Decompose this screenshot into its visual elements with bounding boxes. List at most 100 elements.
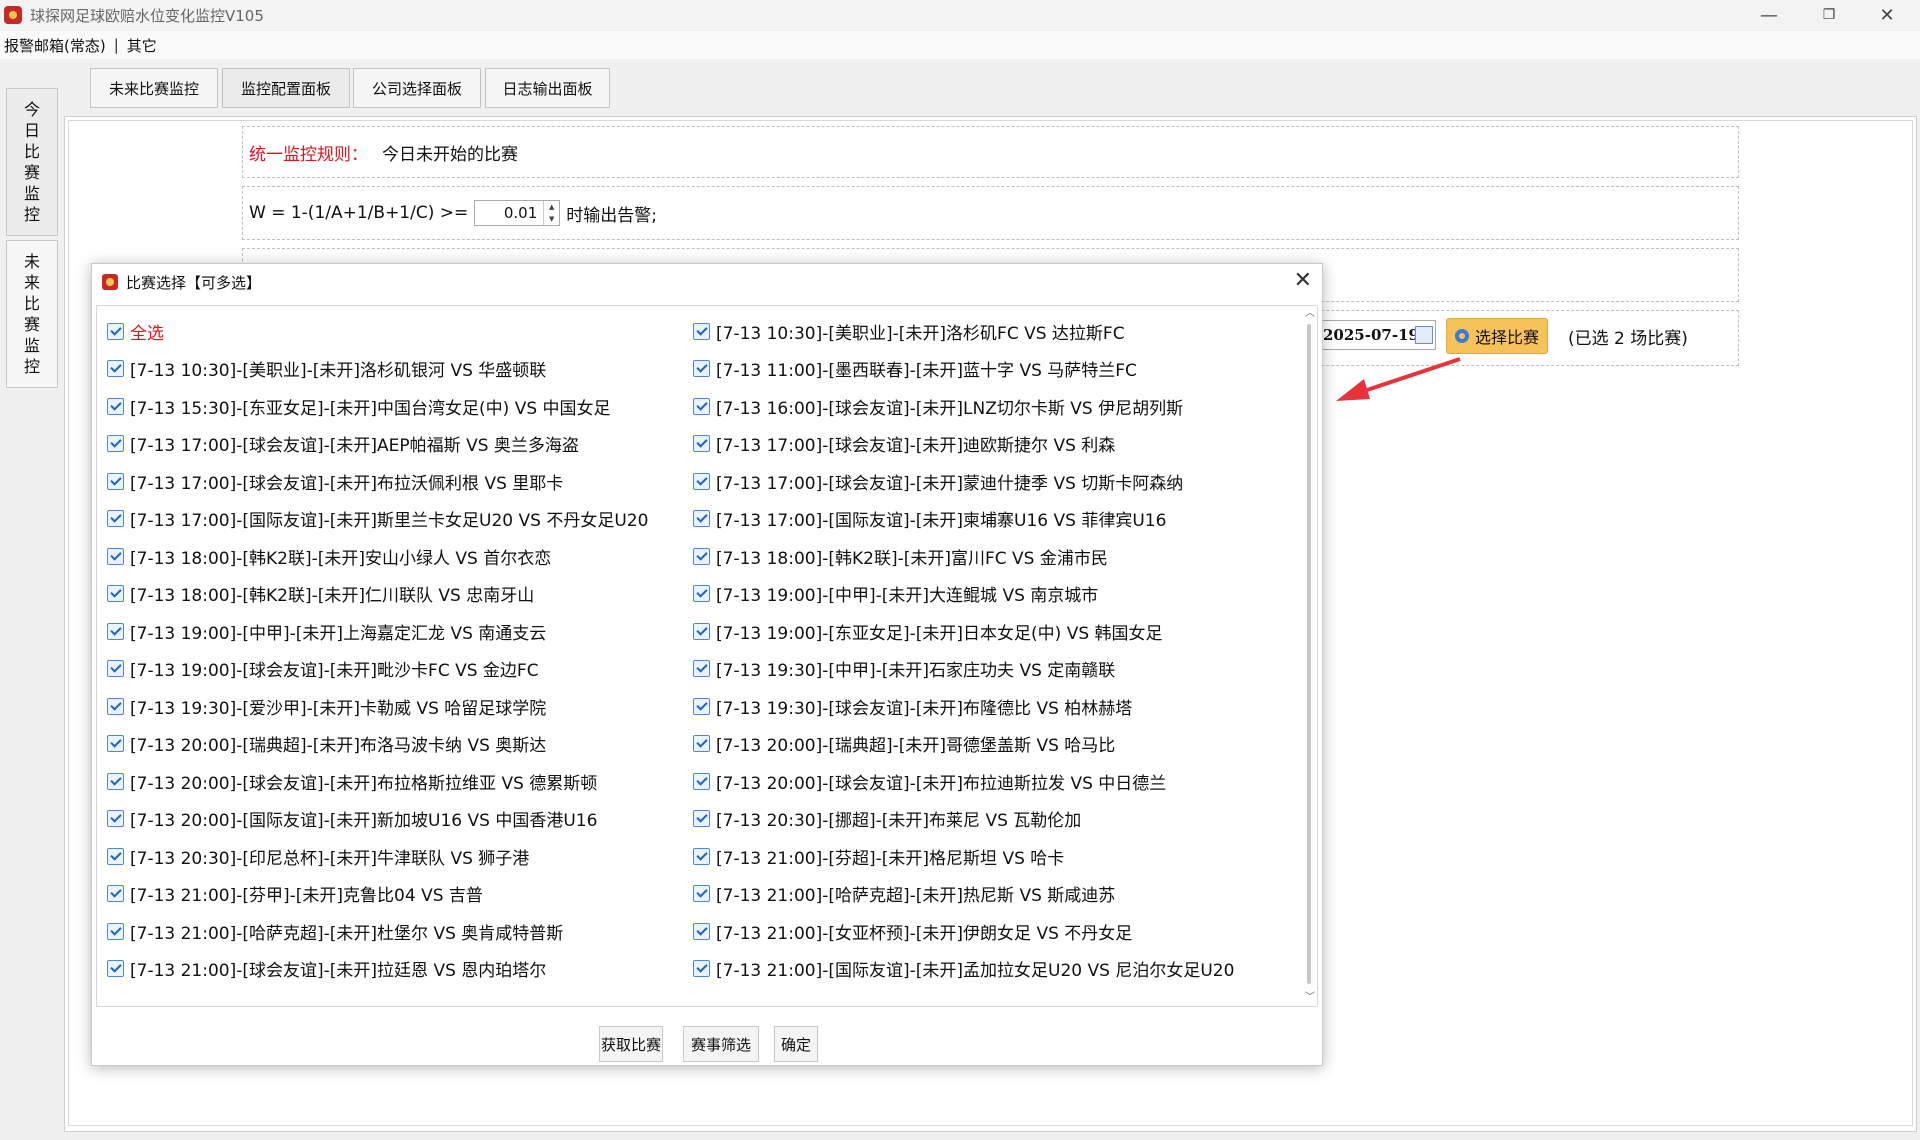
match-checkbox-item[interactable]: [7-13 17:00]-[国际友谊]-[未开]斯里兰卡女足U20 VS 不丹女…: [107, 506, 648, 532]
scroll-down-icon[interactable]: ﹀: [1304, 992, 1316, 1004]
match-checkbox-item[interactable]: [7-13 19:00]-[中甲]-[未开]上海嘉定汇龙 VS 南通支云: [107, 618, 546, 644]
match-checkbox-item[interactable]: [7-13 21:00]-[球会友谊]-[未开]拉廷恩 VS 恩内珀塔尔: [107, 956, 546, 982]
checkbox-checked-icon[interactable]: [107, 397, 124, 415]
match-checkbox-item[interactable]: [7-13 17:00]-[球会友谊]-[未开]布拉沃佩利根 VS 里耶卡: [107, 468, 563, 494]
checkbox-checked-icon[interactable]: [107, 772, 124, 790]
match-checkbox-item[interactable]: [7-13 17:00]-[球会友谊]-[未开]迪欧斯捷尔 VS 利森: [693, 431, 1115, 457]
match-checkbox-item[interactable]: [7-13 10:30]-[美职业]-[未开]洛杉矶银河 VS 华盛顿联: [107, 356, 546, 382]
checkbox-checked-icon[interactable]: [107, 622, 124, 640]
match-checkbox-item[interactable]: [7-13 21:00]-[国际友谊]-[未开]孟加拉女足U20 VS 尼泊尔女…: [693, 956, 1234, 982]
match-checkbox-item[interactable]: [7-13 11:00]-[墨西联春]-[未开]蓝十字 VS 马萨特兰FC: [693, 356, 1137, 382]
checkbox-checked-icon[interactable]: [107, 810, 124, 827]
spin-up-icon[interactable]: ▲: [544, 201, 559, 213]
checkbox-checked-icon[interactable]: [693, 472, 710, 490]
checkbox-checked-icon[interactable]: [107, 472, 124, 490]
match-checkbox-item[interactable]: [7-13 18:00]-[韩K2联]-[未开]富川FC VS 金浦市民: [693, 543, 1108, 569]
calendar-icon[interactable]: [1415, 326, 1433, 344]
match-checkbox-item[interactable]: [7-13 20:00]-[国际友谊]-[未开]新加坡U16 VS 中国香港U1…: [107, 806, 597, 832]
match-checkbox-item[interactable]: [7-13 18:00]-[韩K2联]-[未开]安山小绿人 VS 首尔衣恋: [107, 543, 551, 569]
checkbox-checked-icon[interactable]: [107, 847, 124, 865]
side-tab-future-monitor[interactable]: 未 来 比 赛 监 控: [6, 240, 58, 388]
match-checkbox-item[interactable]: [7-13 20:00]-[瑞典超]-[未开]哥德堡盖斯 VS 哈马比: [693, 731, 1115, 757]
match-checkbox-item[interactable]: [7-13 19:00]-[中甲]-[未开]大连鲲城 VS 南京城市: [693, 581, 1098, 607]
checkbox-checked-icon[interactable]: [107, 697, 124, 715]
match-checkbox-item[interactable]: [7-13 21:00]-[芬超]-[未开]格尼斯坦 VS 哈卡: [693, 843, 1064, 869]
dialog-close-button[interactable]: ✕: [1294, 268, 1312, 293]
threshold-value[interactable]: 0.01: [475, 204, 543, 222]
tab-future-matches[interactable]: 未来比赛监控: [90, 68, 218, 108]
select-match-button[interactable]: 选择比赛: [1446, 318, 1548, 354]
scroll-up-icon[interactable]: ︿: [1304, 308, 1316, 320]
match-checkbox-item[interactable]: [7-13 10:30]-[美职业]-[未开]洛杉矶FC VS 达拉斯FC: [693, 318, 1125, 344]
checkbox-checked-icon[interactable]: [693, 660, 710, 677]
date-picker[interactable]: 2025-07-19: [1318, 320, 1436, 350]
match-checkbox-item[interactable]: [7-13 19:30]-[球会友谊]-[未开]布隆德比 VS 柏林赫塔: [693, 693, 1132, 719]
checkbox-checked-icon[interactable]: [693, 922, 710, 940]
checkbox-checked-icon[interactable]: [107, 510, 124, 527]
checkbox-checked-icon[interactable]: [693, 622, 710, 640]
list-scrollbar[interactable]: ︿ ﹀: [1303, 306, 1317, 1006]
checkbox-checked-icon[interactable]: [107, 922, 124, 940]
threshold-stepper[interactable]: 0.01 ▲ ▼: [474, 200, 561, 226]
tab-log-output[interactable]: 日志输出面板: [485, 68, 610, 108]
checkbox-checked-icon[interactable]: [693, 772, 710, 790]
filter-events-button[interactable]: 赛事筛选: [683, 1026, 759, 1062]
checkbox-checked-icon[interactable]: [693, 960, 710, 977]
checkbox-checked-icon[interactable]: [107, 660, 124, 677]
checkbox-checked-icon[interactable]: [693, 435, 710, 452]
match-checkbox-item[interactable]: [7-13 19:00]-[东亚女足]-[未开]日本女足(中) VS 韩国女足: [693, 618, 1163, 644]
tab-company-select[interactable]: 公司选择面板: [353, 68, 481, 108]
fetch-matches-button[interactable]: 获取比赛: [599, 1026, 663, 1062]
close-window-button[interactable]: ✕: [1862, 0, 1912, 30]
match-checkbox-item[interactable]: [7-13 15:30]-[东亚女足]-[未开]中国台湾女足(中) VS 中国女…: [107, 393, 611, 419]
match-checkbox-item[interactable]: [7-13 20:30]-[印尼总杯]-[未开]牛津联队 VS 狮子港: [107, 843, 529, 869]
match-checkbox-item[interactable]: [7-13 17:00]-[球会友谊]-[未开]蒙迪什捷季 VS 切斯卡阿森纳: [693, 468, 1183, 494]
checkbox-checked-icon[interactable]: [693, 360, 710, 377]
checkbox-checked-icon[interactable]: [107, 735, 124, 752]
menu-other[interactable]: 其它: [123, 35, 161, 56]
match-checkbox-item[interactable]: [7-13 20:30]-[挪超]-[未开]布莱尼 VS 瓦勒伦加: [693, 806, 1081, 832]
match-checkbox-item[interactable]: [7-13 17:00]-[球会友谊]-[未开]AEP帕福斯 VS 奥兰多海盗: [107, 431, 579, 457]
checkbox-checked-icon[interactable]: [693, 322, 710, 340]
select-all-checkbox[interactable]: 全选: [107, 318, 164, 344]
minimize-button[interactable]: —: [1744, 0, 1794, 30]
confirm-button[interactable]: 确定: [774, 1026, 818, 1062]
match-checkbox-item[interactable]: [7-13 19:30]-[爱沙甲]-[未开]卡勒威 VS 哈留足球学院: [107, 693, 546, 719]
match-checkbox-item[interactable]: [7-13 17:00]-[国际友谊]-[未开]柬埔寨U16 VS 菲律宾U16: [693, 506, 1166, 532]
spin-down-icon[interactable]: ▼: [544, 213, 559, 225]
checkbox-checked-icon[interactable]: [693, 547, 710, 565]
match-checkbox-item[interactable]: [7-13 20:00]-[球会友谊]-[未开]布拉格斯拉维亚 VS 德累斯顿: [107, 768, 597, 794]
match-checkbox-item[interactable]: [7-13 19:30]-[中甲]-[未开]石家庄功夫 VS 定南赣联: [693, 656, 1115, 682]
maximize-button[interactable]: ❐: [1804, 0, 1854, 30]
checkbox-checked-icon[interactable]: [693, 885, 710, 902]
checkbox-checked-icon[interactable]: [107, 547, 124, 565]
checkbox-checked-icon[interactable]: [693, 397, 710, 415]
checkbox-checked-icon[interactable]: [693, 847, 710, 865]
checkbox-checked-icon[interactable]: [107, 435, 124, 452]
match-checkbox-item[interactable]: [7-13 21:00]-[芬甲]-[未开]克鲁比04 VS 吉普: [107, 881, 483, 907]
match-checkbox-item[interactable]: [7-13 21:00]-[女亚杯预]-[未开]伊朗女足 VS 不丹女足: [693, 918, 1132, 944]
checkbox-checked-icon[interactable]: [693, 585, 710, 602]
checkbox-checked-icon[interactable]: [693, 810, 710, 827]
tab-monitor-config[interactable]: 监控配置面板: [222, 68, 350, 108]
checkbox-checked-icon[interactable]: [693, 697, 710, 715]
menu-alert-email[interactable]: 报警邮箱(常态): [0, 35, 110, 56]
checkbox-checked-icon[interactable]: [107, 885, 124, 902]
match-checkbox-item[interactable]: [7-13 21:00]-[哈萨克超]-[未开]杜堡尔 VS 奥肯咸特普斯: [107, 918, 563, 944]
checkbox-checked-icon[interactable]: [107, 322, 124, 340]
checkbox-checked-icon[interactable]: [107, 585, 124, 602]
match-checkbox-item[interactable]: [7-13 16:00]-[球会友谊]-[未开]LNZ切尔卡斯 VS 伊尼胡列斯: [693, 393, 1183, 419]
checkbox-checked-icon[interactable]: [107, 360, 124, 377]
checkbox-checked-icon[interactable]: [107, 960, 124, 977]
match-checkbox-item[interactable]: [7-13 19:00]-[球会友谊]-[未开]毗沙卡FC VS 金边FC: [107, 656, 539, 682]
scroll-thumb[interactable]: [1307, 324, 1311, 984]
match-checkbox-item[interactable]: [7-13 20:00]-[球会友谊]-[未开]布拉迪斯拉发 VS 中日德兰: [693, 768, 1166, 794]
match-checkbox-item[interactable]: [7-13 20:00]-[瑞典超]-[未开]布洛马波卡纳 VS 奥斯达: [107, 731, 546, 757]
side-tab-today-monitor[interactable]: 今 日 比 赛 监 控: [6, 88, 58, 236]
checkbox-checked-icon[interactable]: [693, 735, 710, 752]
checkbox-checked-icon[interactable]: [693, 510, 710, 527]
match-checkbox-item[interactable]: [7-13 18:00]-[韩K2联]-[未开]仁川联队 VS 忠南牙山: [107, 581, 534, 607]
match-label: [7-13 21:00]-[哈萨克超]-[未开]杜堡尔 VS 奥肯咸特普斯: [130, 923, 564, 944]
match-checkbox-item[interactable]: [7-13 21:00]-[哈萨克超]-[未开]热尼斯 VS 斯咸迪苏: [693, 881, 1115, 907]
date-value[interactable]: 2025-07-19: [1323, 326, 1419, 344]
